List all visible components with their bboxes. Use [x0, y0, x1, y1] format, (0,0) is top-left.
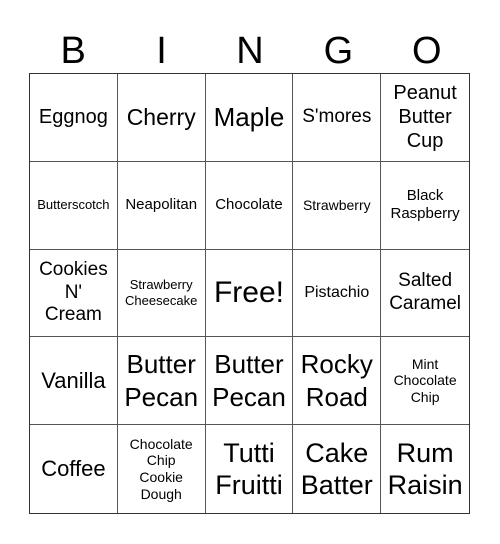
- bingo-cell[interactable]: Butter Pecan: [205, 337, 294, 426]
- cell-label: Butter Pecan: [212, 349, 286, 412]
- bingo-cell[interactable]: Tutti Fruitti: [206, 425, 294, 513]
- bingo-cell[interactable]: Rum Raisin: [381, 425, 469, 513]
- cell-label: Chocolate: [215, 196, 283, 214]
- bingo-cell[interactable]: Eggnog: [30, 74, 118, 162]
- header-letter-g: G: [323, 30, 354, 72]
- cell-label: Vanilla: [41, 367, 106, 393]
- bingo-cell[interactable]: Salted Caramel: [381, 250, 469, 338]
- cell-label: Peanut Butter Cup: [393, 82, 457, 153]
- bingo-header: B I N G O: [29, 30, 471, 72]
- cell-label: Black Raspberry: [390, 187, 460, 223]
- free-space-cell[interactable]: Free!: [205, 249, 294, 338]
- bingo-cell[interactable]: Chocolate Chip Cookie Dough: [118, 425, 206, 513]
- bingo-cell[interactable]: S'mores: [293, 74, 382, 162]
- bingo-cell[interactable]: Vanilla: [30, 337, 118, 426]
- cell-label: S'mores: [302, 106, 372, 127]
- bingo-cell[interactable]: Butterscotch: [30, 161, 118, 250]
- cell-label: Rocky Road: [300, 349, 373, 412]
- cell-label: Free!: [213, 275, 284, 309]
- bingo-cell[interactable]: Chocolate: [205, 161, 294, 250]
- bingo-cell[interactable]: Rocky Road: [293, 337, 382, 426]
- bingo-cell[interactable]: Strawberry: [293, 161, 382, 250]
- cell-label: Tutti Fruitti: [215, 437, 283, 501]
- bingo-cell[interactable]: Peanut Butter Cup: [381, 74, 469, 162]
- bingo-cell[interactable]: Mint Chocolate Chip: [381, 337, 469, 426]
- cell-label: Butterscotch: [37, 197, 110, 213]
- cell-label: Cookies N' Cream: [39, 258, 108, 326]
- bingo-cell[interactable]: Black Raspberry: [381, 162, 469, 250]
- cell-label: Strawberry Cheesecake: [125, 277, 198, 308]
- cell-label: Chocolate Chip Cookie Dough: [129, 435, 193, 502]
- bingo-cell[interactable]: Neapolitan: [117, 161, 206, 250]
- cell-label: Coffee: [41, 455, 106, 481]
- cell-label: Maple: [213, 102, 285, 133]
- cell-label: Cherry: [126, 104, 196, 131]
- bingo-cell[interactable]: Maple: [205, 74, 294, 162]
- cell-label: Rum Raisin: [387, 437, 463, 501]
- cell-label: Cake Batter: [300, 437, 373, 501]
- header-letter-b: B: [60, 30, 86, 72]
- bingo-cell[interactable]: Cherry: [117, 74, 206, 162]
- bingo-grid: Eggnog Cherry Maple S'mores Peanut Butte…: [29, 73, 470, 514]
- cell-label: Strawberry: [302, 196, 371, 213]
- cell-label: Pistachio: [304, 283, 370, 301]
- cell-label: Neapolitan: [125, 196, 198, 214]
- bingo-cell[interactable]: Strawberry Cheesecake: [117, 249, 206, 338]
- cell-label: Salted Caramel: [389, 270, 461, 314]
- cell-label: Butter Pecan: [124, 349, 199, 412]
- cell-label: Mint Chocolate Chip: [393, 355, 457, 406]
- bingo-cell[interactable]: Cake Batter: [293, 425, 382, 513]
- header-letter-n: N: [236, 30, 264, 72]
- header-letter-o: O: [411, 30, 442, 72]
- cell-label: Eggnog: [38, 106, 108, 129]
- bingo-cell[interactable]: Pistachio: [293, 249, 382, 338]
- header-letter-i: I: [156, 30, 167, 72]
- bingo-cell[interactable]: Cookies N' Cream: [30, 249, 118, 338]
- bingo-cell[interactable]: Coffee: [30, 425, 118, 513]
- bingo-cell[interactable]: Butter Pecan: [117, 337, 206, 426]
